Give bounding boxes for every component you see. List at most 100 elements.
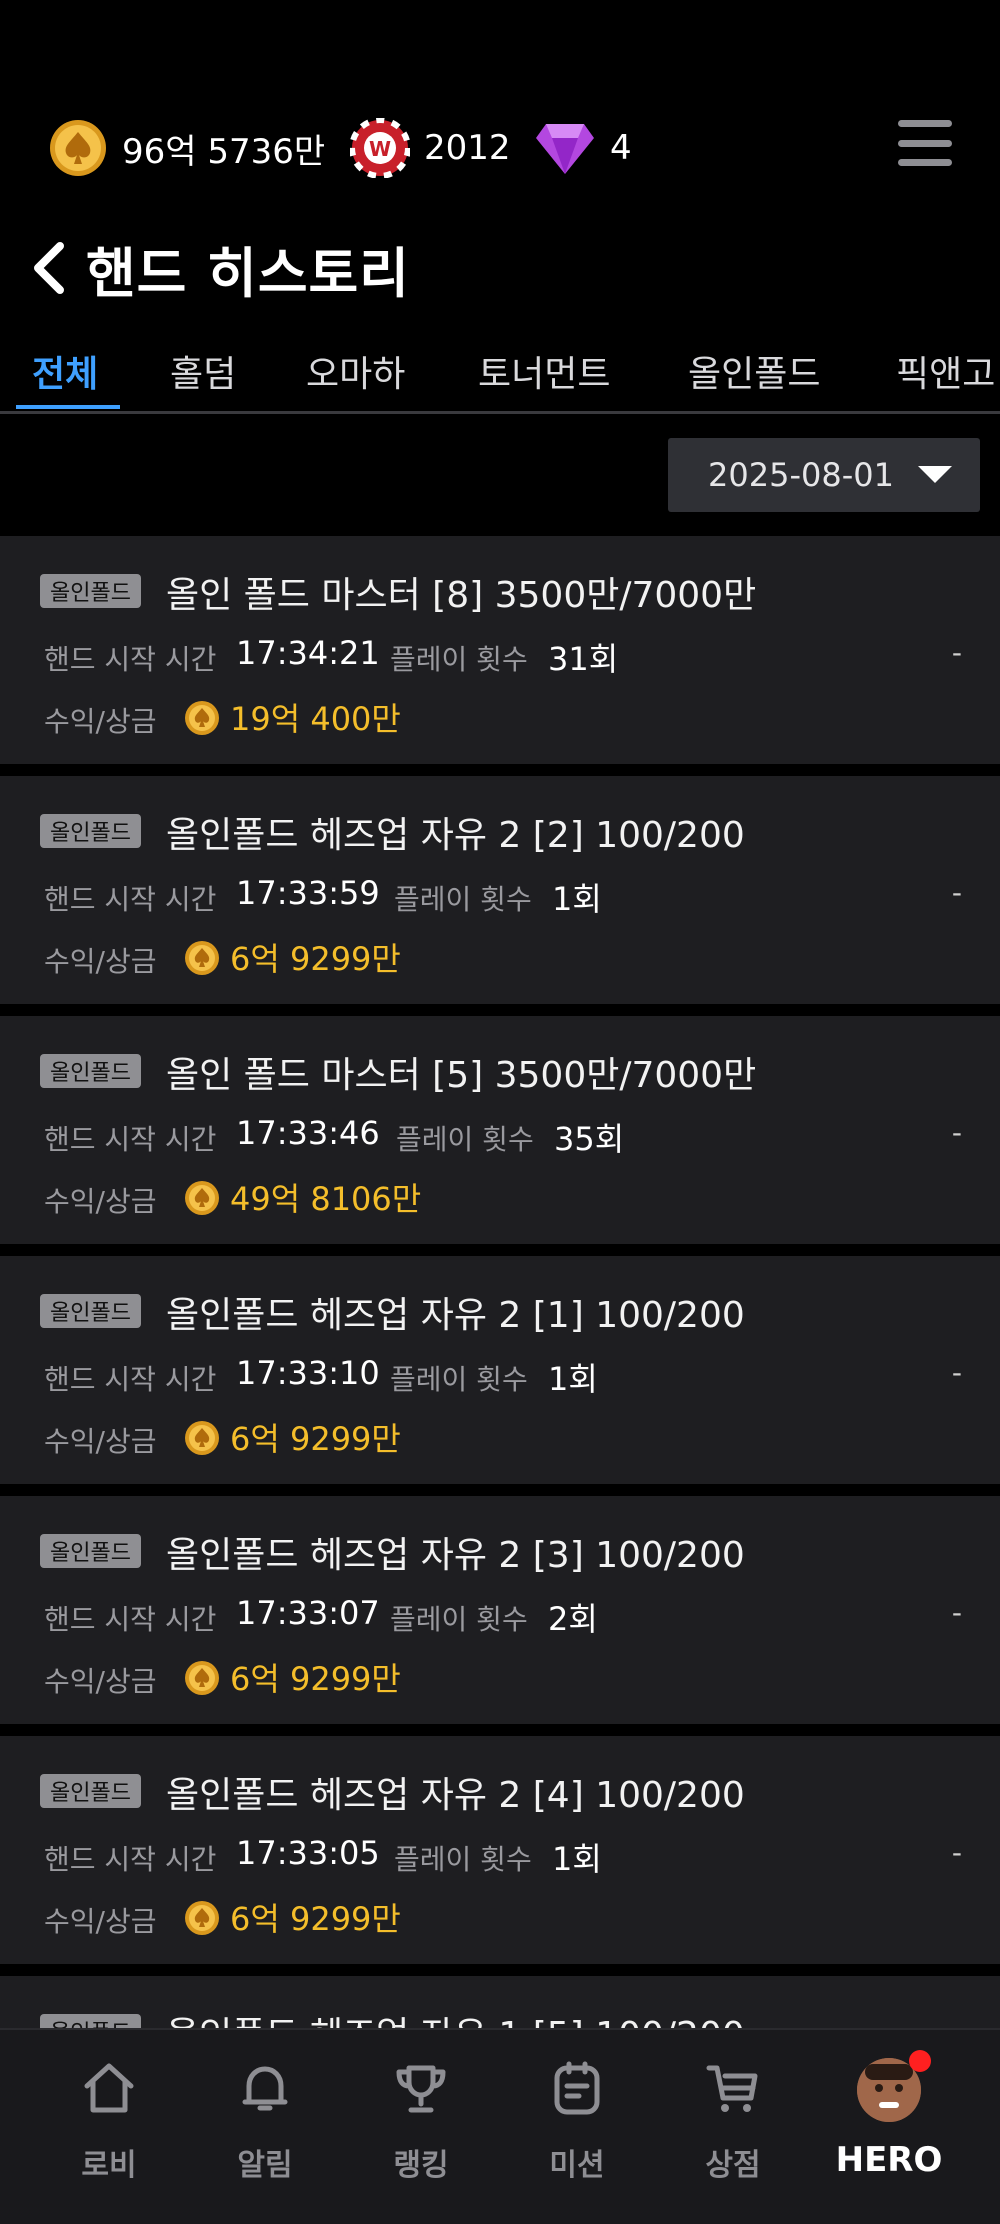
nav-shop[interactable]: 상점	[678, 2058, 788, 2184]
avatar	[857, 2050, 931, 2122]
game-type-badge: 올인폴드	[40, 1774, 141, 1808]
hand-title: 올인폴드 헤즈업 자유 2 [4] 100/200	[166, 1775, 745, 1816]
start-time-label: 핸드 시작 시간	[44, 1603, 217, 1636]
caret-down-icon	[918, 466, 952, 483]
prize-value: 6억 9299만	[230, 940, 401, 978]
profit-label: 수익/상금	[44, 1905, 157, 1938]
game-type-badge: 올인폴드	[40, 814, 141, 848]
start-time-value: 17:33:46	[236, 1114, 380, 1152]
start-time-value: 17:33:05	[236, 1834, 380, 1872]
tab-holdem[interactable]: 홀덤	[170, 345, 236, 397]
game-type-badge: 올인폴드	[40, 574, 141, 608]
play-count-label: 플레이 횟수	[390, 1603, 528, 1636]
hand-card[interactable]: 올인폴드 올인 폴드 마스터 [5] 3500만/7000만 핸드 시작 시간 …	[0, 1016, 1000, 1244]
play-count-label: 플레이 횟수	[390, 1363, 528, 1396]
nav-label: 랭킹	[393, 2148, 449, 2183]
nav-notifications[interactable]: 알림	[210, 2058, 320, 2184]
hand-title: 올인폴드 헤즈업 자유 2 [2] 100/200	[166, 815, 745, 856]
hand-card[interactable]: 올인폴드 올인폴드 헤즈업 자유 2 [2] 100/200 핸드 시작 시간 …	[0, 776, 1000, 1004]
home-icon	[84, 2063, 134, 2113]
w-chip-icon: W	[350, 118, 410, 178]
detail-dash: -	[951, 636, 962, 669]
nav-hero-profile[interactable]: HERO	[834, 2050, 944, 2180]
detail-dash: -	[951, 1596, 962, 1629]
nav-label: 미션	[549, 2148, 605, 2183]
nav-label: 로비	[81, 2148, 137, 2183]
profit-label: 수익/상금	[44, 1665, 157, 1698]
hamburger-menu-icon[interactable]	[898, 120, 952, 166]
page-title: 핸드 히스토리	[86, 241, 410, 305]
hand-title: 올인폴드 헤즈업 자유 2 [3] 100/200	[166, 1535, 745, 1576]
game-type-badge: 올인폴드	[40, 1534, 141, 1568]
tab-tournament[interactable]: 토너먼트	[478, 345, 610, 397]
tab-pick-and-go[interactable]: 픽앤고	[896, 345, 995, 397]
gold-coin-icon	[185, 1901, 219, 1935]
prize-value: 19억 400만	[230, 700, 401, 738]
detail-dash: -	[951, 1116, 962, 1149]
detail-dash: -	[951, 876, 962, 909]
hand-card[interactable]: 올인폴드 올인폴드 헤즈업 자유 2 [3] 100/200 핸드 시작 시간 …	[0, 1496, 1000, 1724]
gem-icon	[536, 124, 594, 174]
hand-card[interactable]: 올인폴드 올인폴드 헤즈업 자유 1 [5] 100/200	[0, 1976, 1000, 2028]
tab-omaha[interactable]: 오마하	[306, 345, 405, 397]
back-chevron-icon[interactable]	[30, 238, 66, 298]
profit-label: 수익/상금	[44, 1185, 157, 1218]
start-time-value: 17:33:07	[236, 1594, 380, 1632]
hand-card[interactable]: 올인폴드 올인폴드 헤즈업 자유 2 [4] 100/200 핸드 시작 시간 …	[0, 1736, 1000, 1964]
hand-title: 올인폴드 헤즈업 자유 2 [1] 100/200	[166, 1295, 745, 1336]
start-time-value: 17:33:10	[236, 1354, 380, 1392]
title-bar: 핸드 히스토리	[30, 228, 410, 308]
gold-coin-icon	[185, 1421, 219, 1455]
prize-value: 49억 8106만	[230, 1180, 422, 1218]
hand-title: 올인 폴드 마스터 [5] 3500만/7000만	[166, 1055, 757, 1096]
start-time-value: 17:33:59	[236, 874, 380, 912]
date-filter-dropdown[interactable]: 2025-08-01	[668, 438, 980, 512]
cart-icon	[706, 2065, 758, 2112]
nav-ranking[interactable]: 랭킹	[366, 2058, 476, 2184]
start-time-label: 핸드 시작 시간	[44, 1363, 217, 1396]
game-type-badge: 올인폴드	[40, 2014, 141, 2028]
active-tab-indicator	[16, 405, 120, 409]
gem-balance[interactable]: 4	[534, 118, 632, 178]
start-time-label: 핸드 시작 시간	[44, 883, 217, 916]
game-type-badge: 올인폴드	[40, 1054, 141, 1088]
start-time-label: 핸드 시작 시간	[44, 1843, 217, 1876]
trophy-icon	[396, 2065, 446, 2113]
profit-label: 수익/상금	[44, 945, 157, 978]
nav-lobby[interactable]: 로비	[54, 2058, 164, 2184]
play-count-label: 플레이 횟수	[394, 883, 532, 916]
bottom-navigation: 로비 알림 랭킹 미션 상점 HERO	[0, 2028, 1000, 2224]
selected-date: 2025-08-01	[708, 456, 894, 494]
gold-amount: 96억 5736만	[122, 131, 326, 172]
start-time-value: 17:34:21	[236, 634, 380, 672]
nav-label: 알림	[237, 2148, 293, 2183]
currency-bar: 96억 5736만 W 2012 4	[0, 0, 1000, 200]
gold-coin-icon	[50, 120, 106, 176]
nav-missions[interactable]: 미션	[522, 2058, 632, 2184]
bell-icon	[242, 2066, 288, 2111]
notification-dot	[909, 2050, 931, 2072]
play-count-value: 35회	[554, 1120, 625, 1158]
gold-coin-icon	[185, 1661, 219, 1695]
game-type-badge: 올인폴드	[40, 1294, 141, 1328]
start-time-label: 핸드 시작 시간	[44, 1123, 217, 1156]
chip-balance[interactable]: W 2012	[350, 118, 511, 178]
gold-balance[interactable]: 96억 5736만	[48, 118, 325, 178]
tab-all[interactable]: 전체	[32, 345, 98, 397]
play-count-value: 1회	[552, 1840, 602, 1878]
profit-label: 수익/상금	[44, 705, 157, 738]
hand-card[interactable]: 올인폴드 올인폴드 헤즈업 자유 2 [1] 100/200 핸드 시작 시간 …	[0, 1256, 1000, 1484]
tab-allin-fold[interactable]: 올인폴드	[688, 345, 820, 397]
play-count-value: 2회	[548, 1600, 598, 1638]
play-count-label: 플레이 횟수	[396, 1123, 534, 1156]
start-time-label: 핸드 시작 시간	[44, 643, 217, 676]
nav-label: 상점	[705, 2148, 761, 2183]
gold-coin-icon	[185, 941, 219, 975]
profit-label: 수익/상금	[44, 1425, 157, 1458]
play-count-value: 31회	[548, 640, 619, 678]
hand-title: 올인폴드 헤즈업 자유 1 [5] 100/200	[166, 2006, 745, 2028]
play-count-value: 1회	[548, 1360, 598, 1398]
svg-text:W: W	[369, 137, 391, 161]
gem-amount: 4	[610, 128, 632, 168]
hand-card[interactable]: 올인폴드 올인 폴드 마스터 [8] 3500만/7000만 핸드 시작 시간 …	[0, 536, 1000, 764]
